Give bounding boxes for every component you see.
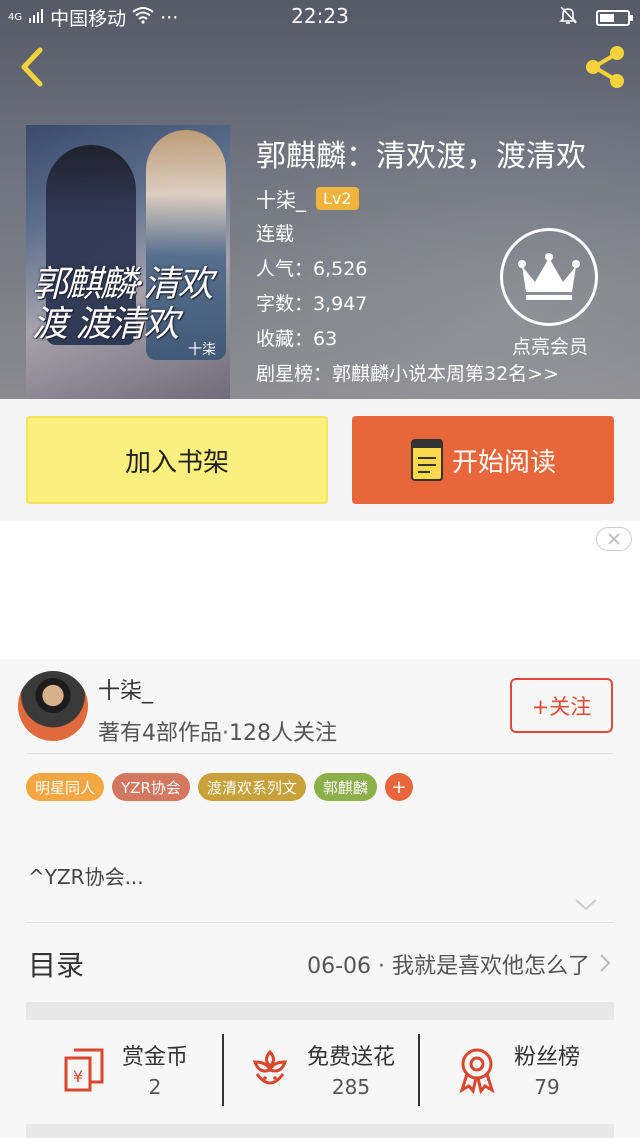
tag-item[interactable]: 明星同人 — [26, 773, 105, 801]
flower-icon — [252, 1049, 288, 1085]
ad-banner — [0, 521, 640, 659]
tag-item[interactable]: 郭麒麟 — [313, 773, 377, 801]
chevron-left-icon — [21, 47, 43, 87]
book-detail-screen: 4G 中国移动 ··· 22:23 郭麒麟·清欢渡 渡清欢 十柒 郭麒麟：清欢渡… — [0, 0, 640, 1138]
latest-chapter: 06-06 · 我就是喜欢他怎么了 — [307, 954, 590, 979]
cover-title-art: 郭麒麟·清欢渡 渡清欢 — [32, 264, 213, 345]
book-cover[interactable]: 郭麒麟·清欢渡 渡清欢 十柒 — [26, 125, 230, 399]
vip-button[interactable]: 点亮会员 — [500, 228, 600, 359]
crown-icon — [518, 253, 580, 300]
avatar[interactable] — [18, 671, 88, 741]
share-icon — [586, 46, 624, 88]
add-to-shelf-button[interactable]: 加入书架 — [26, 416, 328, 504]
ad-close-button[interactable] — [596, 527, 632, 551]
close-icon — [608, 533, 620, 545]
book-icon — [410, 439, 443, 481]
section-separator — [26, 1124, 614, 1138]
reward-coin-stat[interactable]: ¥ 赏金币 2 — [26, 1024, 222, 1114]
cover-author-art: 十柒 — [188, 342, 216, 358]
mute-icon — [558, 5, 578, 30]
action-bar: 加入书架 开始阅读 — [0, 399, 640, 521]
divider — [26, 753, 614, 754]
fan-ranking-stat[interactable]: 粉丝榜 79 — [418, 1024, 614, 1114]
reward-coin-icon: ¥ — [64, 1048, 104, 1092]
level-badge: Lv2 — [316, 187, 359, 210]
author-meta: 著有4部作品·128人关注 — [98, 721, 337, 746]
author-name[interactable]: 十柒_ — [98, 673, 153, 705]
chevron-right-icon — [600, 954, 611, 972]
toc-label: 目录 — [28, 949, 85, 982]
svg-text:¥: ¥ — [73, 1067, 83, 1086]
free-flower-stat[interactable]: 免费送花 285 — [222, 1024, 418, 1114]
share-button[interactable] — [580, 42, 630, 92]
vip-label: 点亮会员 — [511, 336, 588, 358]
chevron-down-icon[interactable] — [573, 897, 599, 913]
book-intro[interactable]: ^YZR协会... — [28, 861, 144, 890]
follow-button[interactable]: +关注 — [510, 678, 613, 733]
book-author[interactable]: 十柒_ — [256, 184, 306, 213]
section-separator — [26, 1002, 614, 1020]
book-ranking-link[interactable]: 剧星榜：郭麒麟小说本周第32名>> — [256, 357, 640, 392]
book-title: 郭麒麟：清欢渡，渡清欢 — [256, 139, 586, 174]
stats-bar: ¥ 赏金币 2 免费送花 285 粉丝榜 79 — [26, 1024, 614, 1114]
author-section: 十柒_ 著有4部作品·128人关注 +关注 明星同人 YZR协会 渡清欢系列文 … — [0, 659, 640, 1138]
tag-item[interactable]: 渡清欢系列文 — [197, 773, 306, 801]
status-bar: 4G 中国移动 ··· 22:23 — [0, 0, 640, 32]
clock: 22:23 — [291, 4, 349, 28]
battery-icon — [596, 9, 633, 26]
start-reading-button[interactable]: 开始阅读 — [352, 416, 614, 504]
book-header: 4G 中国移动 ··· 22:23 郭麒麟·清欢渡 渡清欢 十柒 郭麒麟：清欢渡… — [0, 0, 640, 399]
start-reading-label: 开始阅读 — [451, 447, 556, 478]
tag-list: 明星同人 YZR协会 渡清欢系列文 郭麒麟 + — [26, 773, 413, 801]
medal-icon — [459, 1048, 495, 1094]
tag-item[interactable]: YZR协会 — [112, 773, 190, 801]
add-tag-button[interactable]: + — [384, 773, 413, 801]
back-button[interactable] — [14, 44, 54, 90]
toc-row[interactable]: 目录 06-06 · 我就是喜欢他怎么了 — [0, 922, 640, 1002]
